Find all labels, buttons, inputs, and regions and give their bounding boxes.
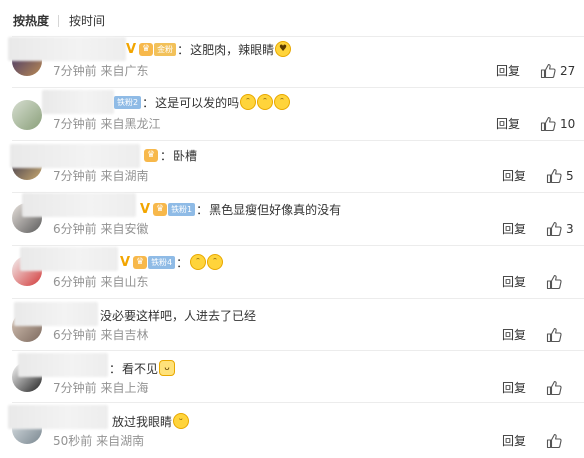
reply-button[interactable]: 回复 — [496, 116, 520, 132]
comment-meta: 7分钟前 来自湖南 — [53, 168, 148, 184]
vip-icon: V — [120, 254, 131, 270]
fan-badge[interactable]: 金粉 — [154, 42, 177, 56]
username-blurred[interactable] — [10, 144, 140, 168]
doge-emoji: ᴗ — [159, 360, 176, 376]
comment-meta: 7分钟前 来自上海 — [53, 380, 148, 396]
crown-icon: ♛ — [153, 202, 168, 216]
sort-by-hot-tab[interactable]: 按热度 — [13, 13, 49, 29]
like-button[interactable] — [546, 433, 566, 449]
reply-button[interactable]: 回复 — [502, 380, 526, 396]
comment-text: 黑色显瘦但好像真的没有 — [209, 202, 342, 217]
username-blurred[interactable] — [22, 193, 136, 217]
thumbs-up-icon — [546, 274, 562, 290]
like-count: 3 — [566, 222, 574, 236]
divider — [12, 402, 584, 403]
like-count: 10 — [560, 117, 576, 131]
like-button[interactable] — [546, 380, 566, 396]
comment-meta: 7分钟前 来自广东 — [53, 63, 148, 79]
sort-bar: 按热度 按时间 — [0, 0, 584, 36]
username-blurred[interactable] — [8, 405, 108, 429]
comment-location: 来自山东 — [100, 275, 149, 289]
comment-location: 来自湖南 — [96, 434, 145, 448]
thumbs-up-icon — [540, 116, 556, 132]
divider — [12, 87, 584, 88]
sort-separator — [58, 15, 59, 27]
thumbs-up-icon — [540, 63, 556, 79]
divider — [12, 350, 584, 351]
crying-emoji: ᵕ — [173, 413, 190, 429]
username-blurred[interactable] — [14, 302, 98, 326]
reply-button[interactable]: 回复 — [502, 274, 526, 290]
divider — [12, 245, 584, 246]
username-blurred[interactable] — [8, 37, 126, 61]
comment-text: 放过我眼睛 — [112, 414, 173, 429]
reply-button[interactable]: 回复 — [502, 221, 526, 237]
comment-location: 来自黑龙江 — [100, 117, 161, 131]
comment-text: 这是可以发的吗 — [155, 95, 240, 110]
vip-icon: V — [126, 41, 137, 57]
reply-button[interactable]: 回复 — [502, 327, 526, 343]
comment-location: 来自吉林 — [100, 328, 149, 342]
crying-laugh-emoji: ᵔ — [274, 94, 291, 110]
like-button[interactable]: 27 — [540, 63, 575, 79]
crying-laugh-emoji: ᵔ — [207, 254, 224, 270]
thumbs-up-icon — [546, 327, 562, 343]
comment-time: 7分钟前 — [53, 64, 101, 78]
comment-meta: 7分钟前 来自黑龙江 — [53, 116, 160, 132]
like-button[interactable] — [546, 274, 566, 290]
comment-text: 卧槽 — [173, 148, 198, 163]
crown-icon: ♛ — [139, 42, 154, 56]
divider — [12, 298, 584, 299]
comment-time: 50秒前 — [53, 434, 97, 448]
comment-time: 7分钟前 — [53, 381, 101, 395]
reply-button[interactable]: 回复 — [502, 433, 526, 449]
username-blurred[interactable] — [20, 247, 118, 271]
comment-meta: 6分钟前 来自山东 — [53, 274, 148, 290]
thumbs-up-icon — [546, 221, 562, 237]
reply-button[interactable]: 回复 — [496, 63, 520, 79]
reply-button[interactable]: 回复 — [502, 168, 526, 184]
comment-time: 6分钟前 — [53, 222, 101, 236]
like-button[interactable]: 3 — [546, 221, 574, 237]
crown-icon: ♛ — [144, 148, 158, 162]
crying-laugh-emoji: ᵔ — [240, 94, 257, 110]
thumbs-up-icon — [546, 433, 562, 449]
thumbs-up-icon — [546, 380, 562, 396]
comment-meta: 6分钟前 来自安徽 — [53, 221, 148, 237]
comment-location: 来自上海 — [100, 381, 149, 395]
like-button[interactable]: 5 — [546, 168, 574, 184]
comment-time: 6分钟前 — [53, 275, 101, 289]
divider — [12, 140, 584, 141]
comment-text: 没必要这样吧，人进去了已经 — [100, 308, 257, 323]
comment-time: 6分钟前 — [53, 328, 101, 342]
crying-laugh-emoji: ᵔ — [257, 94, 274, 110]
like-count: 5 — [566, 169, 574, 183]
like-button[interactable]: 10 — [540, 116, 575, 132]
username-blurred[interactable] — [42, 90, 114, 114]
comment-location: 来自湖南 — [100, 169, 149, 183]
like-count: 27 — [560, 64, 576, 78]
comment-time: 7分钟前 — [53, 117, 101, 131]
comment-time: 7分钟前 — [53, 169, 101, 183]
comment-location: 来自广东 — [100, 64, 149, 78]
like-button[interactable] — [546, 327, 566, 343]
crying-laugh-emoji: ᵔ — [190, 254, 207, 270]
heart-eyes-emoji: ♥ — [275, 41, 292, 57]
comment-meta: 6分钟前 来自吉林 — [53, 327, 148, 343]
thumbs-up-icon — [546, 168, 562, 184]
comment-meta: 50秒前 来自湖南 — [53, 433, 144, 449]
comment-location: 来自安徽 — [100, 222, 149, 236]
crown-icon: ♛ — [133, 255, 148, 269]
fan-badge[interactable]: 铁粉1 — [168, 202, 196, 216]
comment-text: 这肥肉，辣眼睛 — [190, 42, 275, 57]
fan-badge[interactable]: 铁粉2 — [114, 95, 142, 109]
sort-by-time-tab[interactable]: 按时间 — [69, 13, 105, 29]
comment-text: 看不见 — [122, 361, 159, 376]
username-blurred[interactable] — [18, 353, 108, 377]
vip-icon: V — [140, 201, 151, 217]
avatar[interactable] — [12, 100, 42, 130]
fan-badge[interactable]: 铁粉4 — [148, 255, 176, 269]
